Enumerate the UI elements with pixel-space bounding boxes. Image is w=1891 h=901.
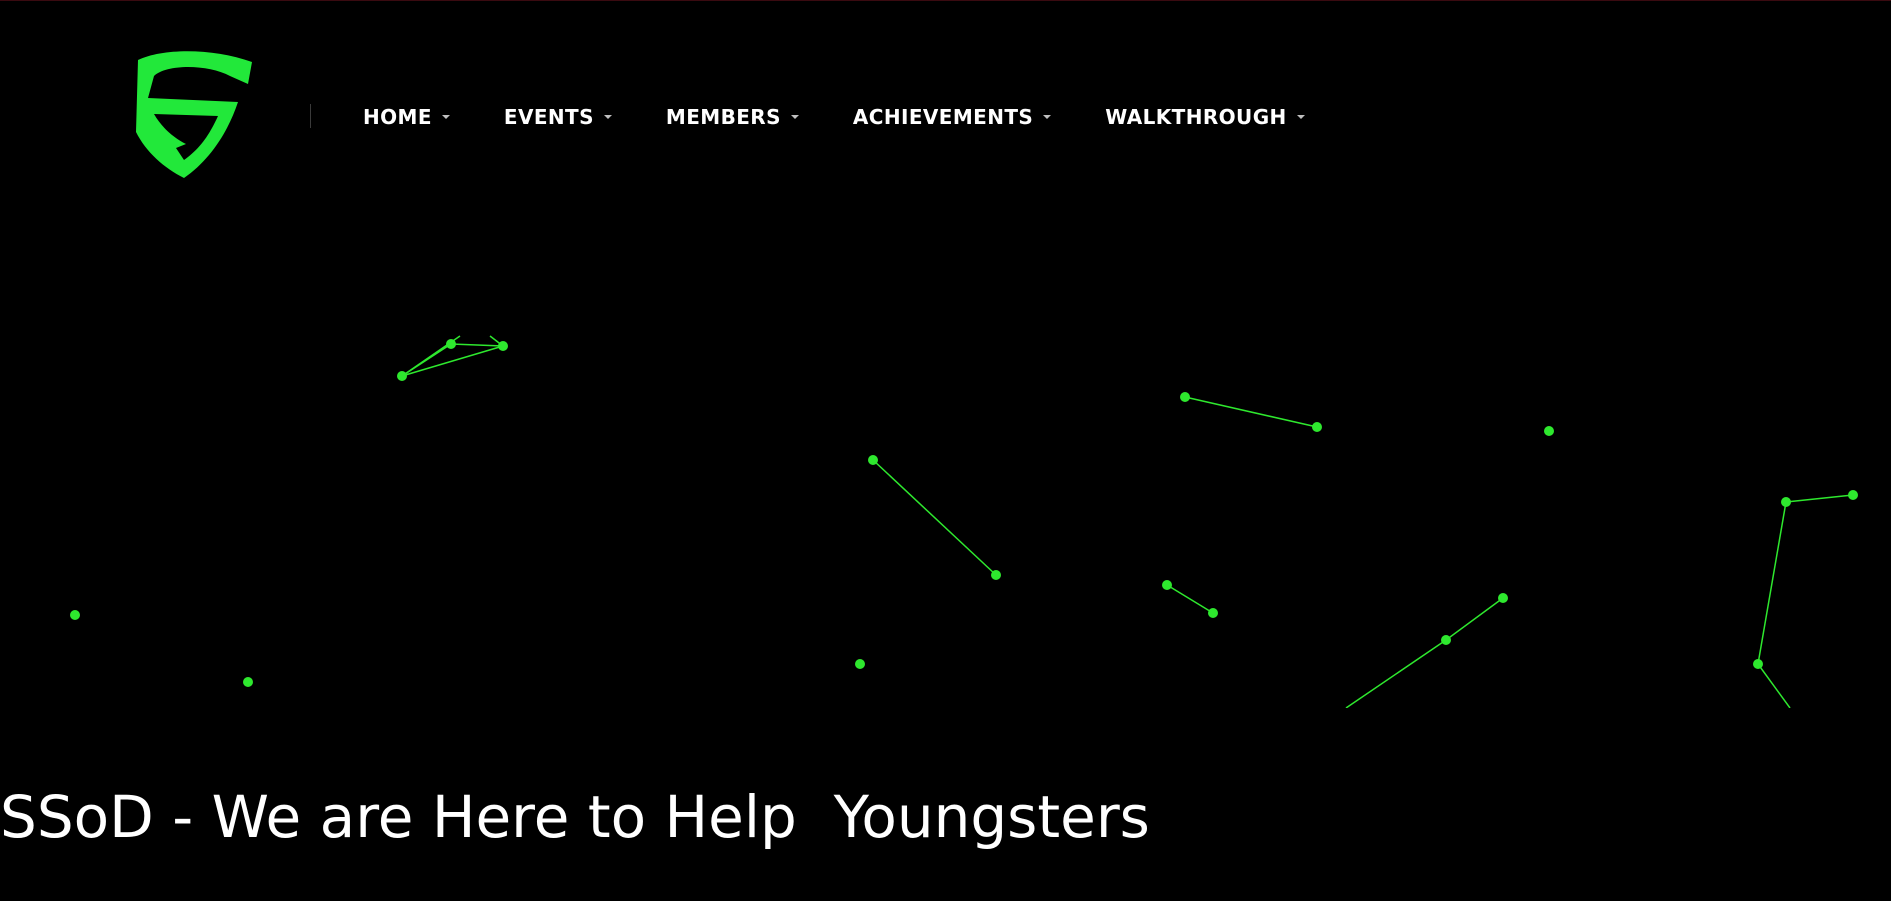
particle-links	[401, 335, 1854, 708]
particle-node	[397, 371, 407, 381]
particle-link	[1166, 584, 1214, 614]
particle-link	[1345, 639, 1447, 708]
particle-node	[498, 341, 508, 351]
caret-down-icon	[1296, 115, 1305, 119]
particle-node	[70, 610, 80, 620]
particle-link	[450, 343, 504, 347]
nav-item-events[interactable]: EVENTS	[504, 105, 612, 129]
ssod-shield-logo-icon[interactable]	[118, 42, 260, 182]
hero-title: SSoD - We are Here to Help Youngsters	[0, 783, 1150, 851]
particle-node	[1498, 593, 1508, 603]
nav-item-label: ACHIEVEMENTS	[852, 105, 1034, 129]
caret-down-icon	[441, 115, 450, 119]
nav-item-label: WALKTHROUGH	[1105, 105, 1287, 129]
particle-link	[1757, 501, 1787, 665]
caret-down-icon	[790, 115, 799, 119]
particle-link	[1757, 663, 1791, 708]
particle-node	[446, 339, 456, 349]
nav-item-home[interactable]: HOME	[363, 105, 450, 129]
particle-link	[1785, 494, 1854, 503]
particle-node	[1208, 608, 1218, 618]
particle-node	[855, 659, 865, 669]
nav-item-label: MEMBERS	[665, 105, 781, 129]
particle-node	[1312, 422, 1322, 432]
particle-node	[868, 455, 878, 465]
particle-node	[1781, 497, 1791, 507]
particle-node	[1544, 426, 1554, 436]
nav-divider	[310, 104, 311, 128]
particle-node	[1180, 392, 1190, 402]
caret-down-icon	[603, 115, 612, 119]
particle-node	[1441, 635, 1451, 645]
caret-down-icon	[1043, 115, 1052, 119]
particle-node	[991, 570, 1001, 580]
top-border-line	[0, 0, 1891, 1]
particle-node	[1848, 490, 1858, 500]
particle-node	[1162, 580, 1172, 590]
particle-nodes	[70, 339, 1858, 687]
particle-node	[243, 677, 253, 687]
nav-item-walkthrough[interactable]: WALKTHROUGH	[1105, 105, 1305, 129]
nav-item-label: HOME	[363, 105, 432, 129]
particle-link	[1184, 396, 1318, 428]
particle-network-background	[70, 335, 1858, 708]
main-navigation: HOME EVENTS MEMBERS ACHIEVEMENTS WALKTHR…	[363, 104, 1359, 130]
particle-link	[872, 459, 997, 576]
nav-item-members[interactable]: MEMBERS	[666, 105, 799, 129]
particle-node	[1753, 659, 1763, 669]
nav-item-achievements[interactable]: ACHIEVEMENTS	[852, 105, 1052, 129]
particle-link	[401, 345, 504, 377]
nav-item-label: EVENTS	[503, 105, 594, 129]
particle-link	[1445, 597, 1504, 641]
